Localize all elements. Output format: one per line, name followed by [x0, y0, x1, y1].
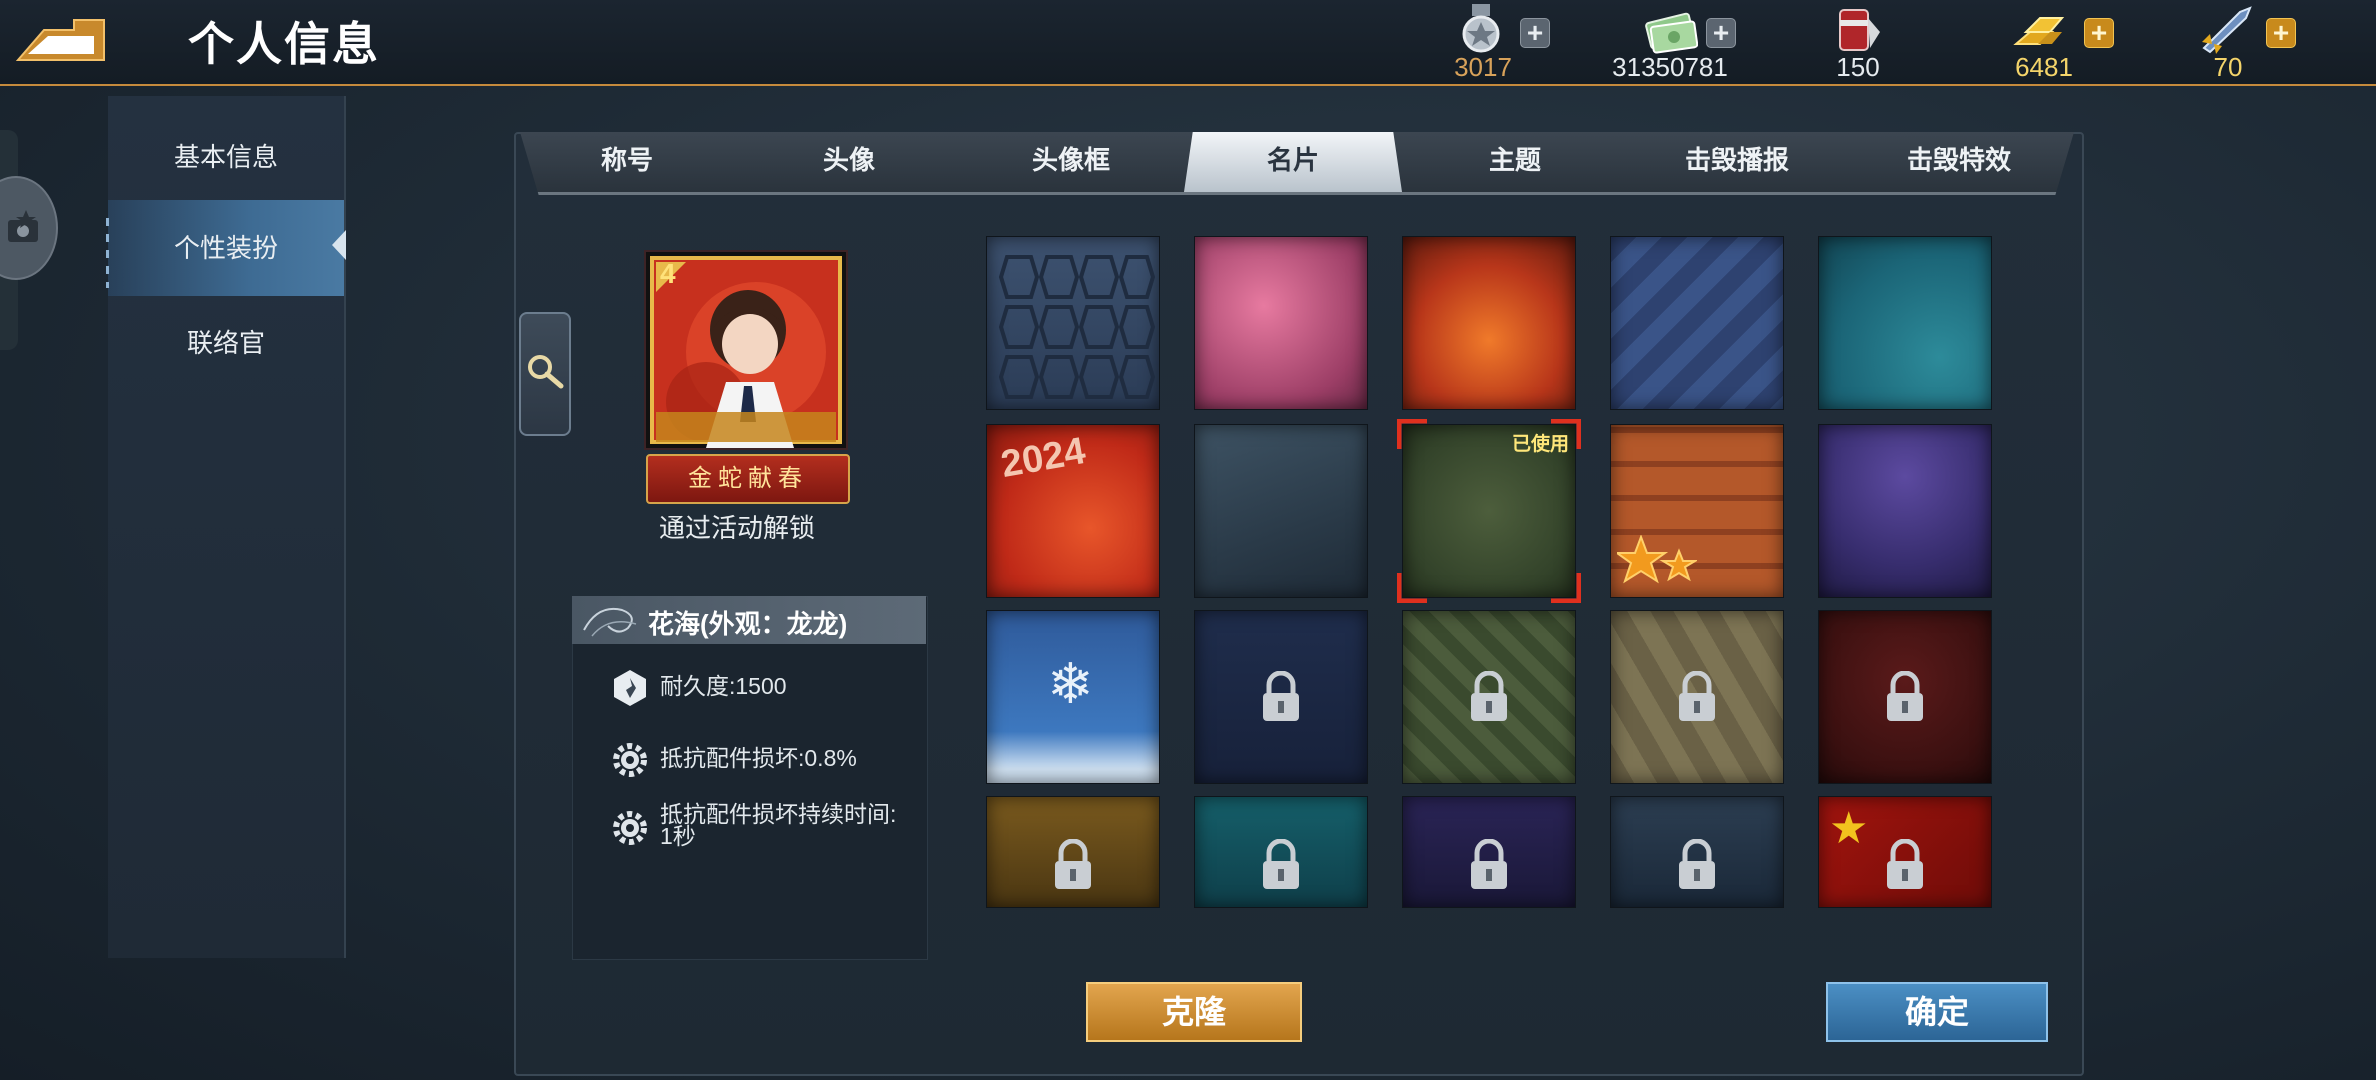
- tab-avatar-frame[interactable]: 头像框: [971, 132, 1171, 192]
- star-icon: ★: [1829, 804, 1869, 853]
- lock-icon: [1055, 839, 1091, 889]
- durability-text: 耐久度:1500: [660, 673, 787, 699]
- medal-icon: [1462, 4, 1500, 53]
- clone-button[interactable]: 克隆: [1086, 982, 1302, 1042]
- resource-cash: + 31350781: [1600, 0, 1750, 84]
- namecard-skin-15[interactable]: [1818, 610, 1992, 784]
- rocket-value: 70: [2213, 52, 2243, 82]
- medal-add-button[interactable]: +: [1520, 18, 1550, 48]
- sidebar-item-basic-info[interactable]: 基本信息: [108, 112, 344, 202]
- event-ribbon: 金蛇献春: [646, 454, 850, 504]
- namecard-skin-9[interactable]: [1610, 424, 1784, 598]
- namecard-skin-17[interactable]: [1194, 796, 1368, 908]
- sidebar: 基本信息 个性装扮 联络官: [108, 96, 346, 958]
- confirm-button[interactable]: 确定: [1826, 982, 2048, 1042]
- namecard-skin-18[interactable]: [1402, 796, 1576, 908]
- namecard-skin-12[interactable]: [1194, 610, 1368, 784]
- tab-title[interactable]: 称号: [527, 132, 727, 192]
- lock-icon: [1887, 839, 1923, 889]
- part-damage-resist-row: 抵抗配件损坏:0.8%: [610, 740, 910, 784]
- namecard-skin-14[interactable]: [1610, 610, 1784, 784]
- side-shortcut-button[interactable]: [0, 176, 58, 280]
- camera-icon: [8, 210, 38, 242]
- namecard-skin-5[interactable]: [1818, 236, 1992, 410]
- medal-value: 3017: [1454, 52, 1512, 82]
- resource-rocket: + 70: [2196, 0, 2296, 84]
- gold-bars-icon: [2013, 17, 2065, 45]
- swirl-decoration-icon: [583, 608, 637, 637]
- sidebar-item-liaison[interactable]: 联络官: [108, 298, 344, 388]
- tab-theme[interactable]: 主题: [1415, 132, 1615, 192]
- sidebar-item-label: 基本信息: [173, 142, 278, 172]
- lock-icon: [1887, 671, 1923, 721]
- cash-icon: [1645, 12, 1698, 54]
- namecard-skin-19[interactable]: [1610, 796, 1784, 908]
- page-title: 个人信息: [188, 18, 380, 70]
- preview-zoom-button[interactable]: [519, 312, 571, 436]
- namecard-skin-4[interactable]: [1610, 236, 1784, 410]
- tab-kill-broadcast[interactable]: 击毁播报: [1637, 132, 1837, 192]
- namecard-skin-2[interactable]: [1194, 236, 1368, 410]
- card-rank-number: 4: [660, 258, 676, 289]
- lock-icon: [1263, 839, 1299, 889]
- event-ribbon-text: 金蛇献春: [688, 465, 808, 492]
- gear-icon: [613, 811, 647, 845]
- top-bar: 个人信息 + 3017 + 31350781 150 + 6481 + 70: [0, 0, 2376, 86]
- rocket-add-button[interactable]: +: [2266, 18, 2296, 48]
- tab-namecard[interactable]: 名片: [1184, 132, 1402, 192]
- namecard-skin-1[interactable]: [986, 236, 1160, 410]
- namecard-skin-20[interactable]: ★: [1818, 796, 1992, 908]
- hex-pattern: [998, 255, 1156, 399]
- part-damage-duration-value: 1秒: [660, 823, 696, 849]
- gear-icon: [613, 743, 647, 777]
- sidebar-item-label: 个性装扮: [173, 233, 278, 263]
- namecard-name: 花海(外观：龙龙): [648, 609, 848, 639]
- lock-icon: [1679, 671, 1715, 721]
- namecard-skin-16[interactable]: [986, 796, 1160, 908]
- namecard-skin-10[interactable]: [1818, 424, 1992, 598]
- resource-medal: + 3017: [1440, 0, 1570, 84]
- character-portrait: [650, 256, 842, 448]
- gold-add-button[interactable]: +: [2084, 18, 2114, 48]
- resource-paint: 150: [1820, 0, 1900, 84]
- durability-row: 耐久度:1500: [610, 668, 910, 712]
- stars-icon: [1617, 535, 1697, 584]
- namecard-name-bar: 花海(外观：龙龙): [572, 596, 926, 644]
- rocket-icon: [2202, 6, 2252, 54]
- lock-icon: [1263, 671, 1299, 721]
- active-indicator: [106, 218, 109, 288]
- cash-value: 31350781: [1612, 52, 1728, 82]
- durability-icon: [614, 670, 646, 706]
- paint-bucket-icon: [1839, 9, 1880, 51]
- year-2024-text: 2024: [997, 429, 1089, 487]
- lock-icon: [1471, 839, 1507, 889]
- used-badge: 已使用: [1511, 434, 1569, 455]
- resource-gold: + 6481: [2002, 0, 2122, 84]
- cash-add-button[interactable]: +: [1706, 18, 1736, 48]
- sidebar-item-customize[interactable]: 个性装扮: [108, 200, 346, 296]
- sidebar-item-label: 联络官: [186, 328, 265, 358]
- back-arrow-icon[interactable]: [14, 14, 108, 64]
- tab-avatar[interactable]: 头像: [749, 132, 949, 192]
- namecard-skin-6[interactable]: 2024: [986, 424, 1160, 598]
- unlock-method-text: 通过活动解锁: [658, 513, 815, 543]
- namecard-preview: 4: [644, 250, 848, 450]
- part-damage-duration-row: 抵抗配件损坏持续时间: 1秒: [610, 800, 910, 860]
- lock-icon: [1679, 839, 1715, 889]
- lock-icon: [1471, 671, 1507, 721]
- search-icon: [528, 355, 564, 389]
- namecard-skin-3[interactable]: [1402, 236, 1576, 410]
- tab-kill-effect[interactable]: 击毁特效: [1859, 132, 2059, 192]
- snowflake-icon: ❄: [1047, 652, 1094, 715]
- namecard-skin-11[interactable]: ❄: [986, 610, 1160, 784]
- namecard-skin-8[interactable]: 已使用: [1397, 419, 1581, 603]
- namecard-skin-7[interactable]: [1194, 424, 1368, 598]
- paint-value: 150: [1836, 52, 1880, 82]
- gold-value: 6481: [2015, 52, 2073, 82]
- part-damage-resist-text: 抵抗配件损坏:0.8%: [660, 745, 857, 771]
- namecard-skin-13[interactable]: [1402, 610, 1576, 784]
